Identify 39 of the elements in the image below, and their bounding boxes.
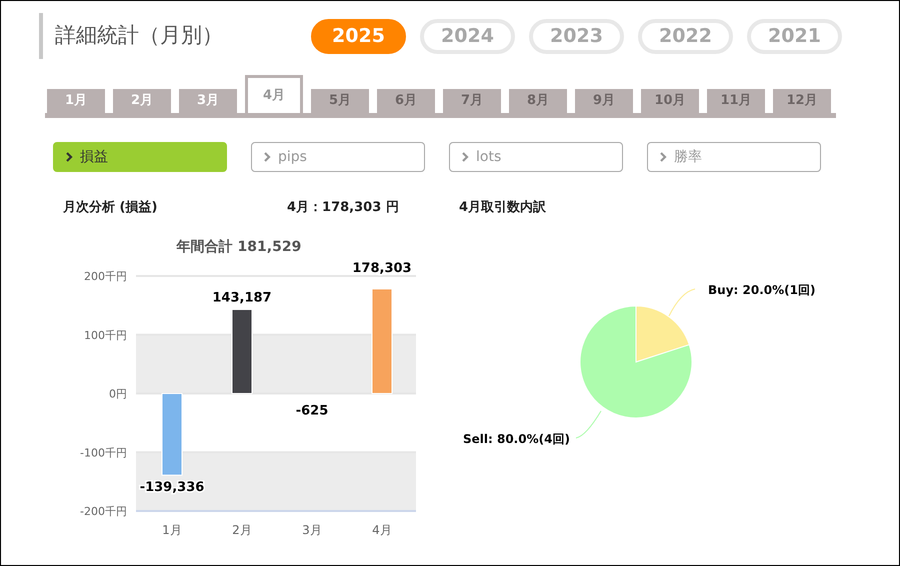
metric-tab[interactable]: 損益 bbox=[53, 142, 227, 172]
axis-label: 0円 bbox=[109, 387, 127, 400]
value-label: -625 bbox=[296, 403, 328, 418]
section-heading: 月次分析 (損益) bbox=[63, 199, 158, 217]
axis-label: 4月 bbox=[372, 522, 392, 536]
year-tab[interactable]: 2025 bbox=[311, 18, 406, 54]
axis-label: -100千円 bbox=[80, 446, 127, 459]
chevron-icon bbox=[462, 152, 469, 162]
value-label: 143,187 bbox=[212, 290, 272, 305]
month-tab[interactable]: 3月 bbox=[179, 89, 237, 113]
chevron-icon bbox=[66, 152, 73, 162]
axis-label: 3月 bbox=[302, 522, 322, 536]
slice-label: Buy: 20.0%(1回) bbox=[708, 282, 816, 296]
metric-tab[interactable]: lots bbox=[449, 142, 623, 172]
slice-label: Sell: 80.0%(4回) bbox=[463, 432, 570, 446]
axis-label: 2月 bbox=[232, 522, 252, 536]
chevron-icon bbox=[660, 152, 667, 162]
year-tab[interactable]: 2023 bbox=[529, 18, 624, 54]
axis-label: 1月 bbox=[162, 522, 182, 536]
leader-line bbox=[668, 288, 696, 316]
metric-tab[interactable]: pips bbox=[251, 142, 425, 172]
month-tab[interactable]: 4月 bbox=[245, 75, 303, 113]
page-title: 詳細統計（月別） bbox=[55, 22, 223, 50]
year-tab[interactable]: 2021 bbox=[747, 18, 842, 54]
chart-title: 年間合計 181,529 bbox=[176, 238, 302, 254]
axis-label: 100千円 bbox=[84, 328, 127, 342]
value-label: 178,303 bbox=[352, 260, 412, 276]
section-heading: 4月取引数内訳 bbox=[459, 199, 546, 217]
chevron-icon bbox=[264, 152, 271, 162]
metric-tab[interactable]: 勝率 bbox=[647, 142, 821, 172]
month-total: 4月：178,303 円 bbox=[287, 199, 400, 217]
year-tab[interactable]: 2022 bbox=[638, 18, 733, 54]
leader-line bbox=[576, 410, 602, 438]
month-tab[interactable]: 2月 bbox=[113, 89, 171, 113]
value-label: -139,336 bbox=[140, 480, 204, 495]
year-tab[interactable]: 2024 bbox=[420, 18, 515, 54]
axis-label: 200千円 bbox=[84, 270, 127, 282]
axis-label: -200千円 bbox=[80, 504, 127, 518]
month-tab[interactable]: 1月 bbox=[47, 89, 105, 113]
